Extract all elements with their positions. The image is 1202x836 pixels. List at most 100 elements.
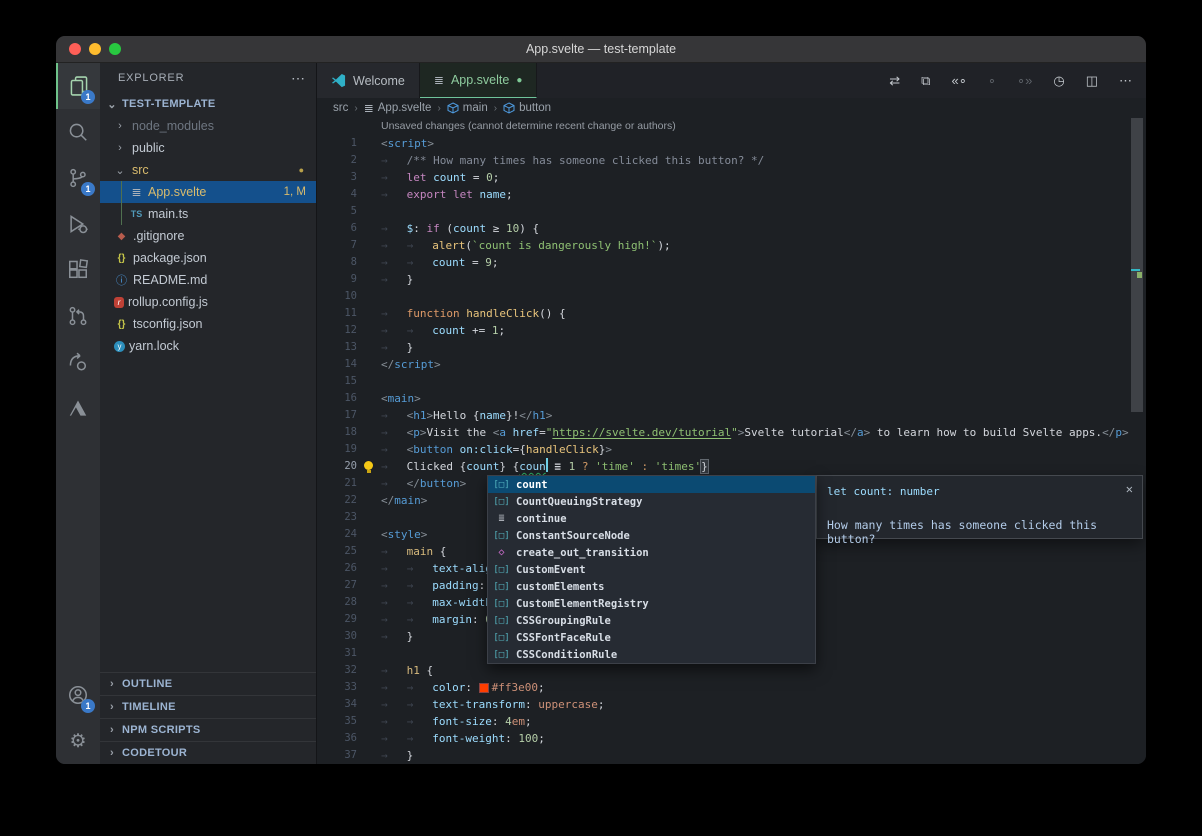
code-line-6[interactable]: 6→$: if (count ≥ 10) { [317, 220, 1146, 237]
current-change-icon[interactable]: ∘ [988, 73, 996, 89]
extensions-icon[interactable] [56, 247, 100, 293]
suggestion-cssgroupingrule[interactable]: [□]CSSGroupingRule [488, 612, 815, 629]
suggestion-cssconditionrule[interactable]: [□]CSSConditionRule [488, 646, 815, 663]
close-icon[interactable]: ✕ [1126, 482, 1133, 496]
chevron-right-icon: › [106, 747, 118, 759]
code-line-7[interactable]: 7→→alert(`count is dangerously high!`); [317, 237, 1146, 254]
search-icon[interactable] [56, 109, 100, 155]
run-debug-icon[interactable] [56, 201, 100, 247]
next-change-icon[interactable]: ∘» [1017, 73, 1032, 89]
compare-changes-icon[interactable]: ⇄ [889, 73, 900, 89]
activity-bar: 1 1 [56, 63, 100, 764]
file-row-src[interactable]: ⌄src● [100, 159, 316, 181]
scrollbar-slider[interactable] [1131, 118, 1143, 412]
suggestion-continue[interactable]: ≣continue [488, 510, 815, 527]
code-line-36[interactable]: 36→→font-weight: 100; [317, 730, 1146, 747]
code-line-32[interactable]: 32→h1 { [317, 662, 1146, 679]
line-number: 27 [317, 577, 357, 594]
file-history-icon[interactable]: ◷ [1053, 73, 1064, 89]
breadcrumb-separator: › [437, 103, 440, 114]
file-row-rollup-config-js[interactable]: rrollup.config.js [100, 291, 316, 313]
code-line-16[interactable]: 16<main> [317, 390, 1146, 407]
tab-app-svelte[interactable]: ≣ App.svelte ● [420, 63, 537, 98]
suggestion-label: customElements [516, 581, 605, 593]
title-bar[interactable]: App.svelte — test-template [56, 36, 1146, 63]
file-row-app-svelte[interactable]: ≣App.svelte1, M [100, 181, 316, 203]
file-row-yarn-lock[interactable]: yyarn.lock [100, 335, 316, 357]
suggestion-customelementregistry[interactable]: [□]CustomElementRegistry [488, 595, 815, 612]
azure-icon[interactable] [56, 385, 100, 431]
line-number: 16 [317, 390, 357, 407]
code-line-17[interactable]: 17→<h1>Hello {name}!</h1> [317, 407, 1146, 424]
code-line-11[interactable]: 11→function handleClick() { [317, 305, 1146, 322]
file-row-public[interactable]: ›public [100, 137, 316, 159]
source-control-icon[interactable]: 1 [56, 155, 100, 201]
code-line-10[interactable]: 10 [317, 288, 1146, 305]
code-line-35[interactable]: 35→→font-size: 4em; [317, 713, 1146, 730]
code-line-14[interactable]: 14</script> [317, 356, 1146, 373]
settings-gear-icon[interactable]: ⚙ [56, 718, 100, 764]
suggestion-count[interactable]: [□]count [488, 476, 815, 493]
code-line-5[interactable]: 5 [317, 203, 1146, 220]
code-line-13[interactable]: 13→} [317, 339, 1146, 356]
code-line-15[interactable]: 15 [317, 373, 1146, 390]
file-row-package-json[interactable]: {}package.json [100, 247, 316, 269]
explorer-icon[interactable]: 1 [56, 63, 100, 109]
symbol-cube-icon [447, 102, 459, 114]
code-editor[interactable]: Unsaved changes (cannot determine recent… [317, 118, 1146, 764]
sidebar-sections: ›OUTLINE›TIMELINE›NPM SCRIPTS›CODETOUR [100, 672, 316, 764]
section-codetour[interactable]: ›CODETOUR [100, 741, 316, 764]
tab-welcome[interactable]: Welcome [317, 63, 420, 98]
breadcrumb-button[interactable]: button [503, 102, 551, 114]
project-root-folder[interactable]: ⌄ TEST-TEMPLATE [100, 93, 316, 115]
file-row-tsconfig-json[interactable]: {}tsconfig.json [100, 313, 316, 335]
code-line-34[interactable]: 34→→text-transform: uppercase; [317, 696, 1146, 713]
code-line-12[interactable]: 12→→count += 1; [317, 322, 1146, 339]
section-outline[interactable]: ›OUTLINE [100, 672, 316, 695]
code-line-2[interactable]: 2→/** How many times has someone clicked… [317, 152, 1146, 169]
code-line-20[interactable]: 20→Clicked {count} {coun ≡ 1 ? 'time' : … [317, 458, 1146, 475]
lightbulb-icon[interactable] [364, 461, 373, 470]
pull-requests-icon[interactable] [56, 293, 100, 339]
file-row--gitignore[interactable]: ◆.gitignore [100, 225, 316, 247]
suggestion-customelements[interactable]: [□]customElements [488, 578, 815, 595]
maximize-window-button[interactable] [109, 43, 121, 55]
account-icon[interactable]: 1 [56, 672, 100, 718]
section-npm-scripts[interactable]: ›NPM SCRIPTS [100, 718, 316, 741]
minimize-window-button[interactable] [89, 43, 101, 55]
previous-change-icon[interactable]: «∘ [951, 73, 966, 89]
suggestion-customevent[interactable]: [□]CustomEvent [488, 561, 815, 578]
file-row-readme-md[interactable]: ⓘREADME.md [100, 269, 316, 291]
code-line-3[interactable]: 3→let count = 0; [317, 169, 1146, 186]
code-line-18[interactable]: 18→<p>Visit the <a href="https://svelte.… [317, 424, 1146, 441]
suggestion-create_out_transition[interactable]: ◇create_out_transition [488, 544, 815, 561]
explorer-more-actions-icon[interactable]: ⋯ [291, 70, 306, 87]
file-row-node-modules[interactable]: ›node_modules [100, 115, 316, 137]
line-number: 22 [317, 492, 357, 509]
split-editor-icon[interactable]: ◫ [1086, 73, 1098, 89]
live-share-icon[interactable] [56, 339, 100, 385]
code-line-33[interactable]: 33→→color: #ff3e00; [317, 679, 1146, 696]
breadcrumb-app-svelte[interactable]: ≣App.svelte [364, 101, 432, 115]
code-line-4[interactable]: 4→export let name; [317, 186, 1146, 203]
file-row-main-ts[interactable]: TSmain.ts [100, 203, 316, 225]
suggestion-constantsourcenode[interactable]: [□]ConstantSourceNode [488, 527, 815, 544]
unsaved-dot-icon[interactable]: ● [516, 75, 522, 86]
section-timeline[interactable]: ›TIMELINE [100, 695, 316, 718]
open-changes-icon[interactable]: ⧉ [921, 73, 930, 89]
code-line-37[interactable]: 37→} [317, 747, 1146, 764]
code-line-9[interactable]: 9→} [317, 271, 1146, 288]
code-line-1[interactable]: 1<script> [317, 135, 1146, 152]
code-line-19[interactable]: 19→<button on:click={handleClick}> [317, 441, 1146, 458]
editor-toolbar: ⇄ ⧉ «∘ ∘ ∘» ◷ ◫ ⋯ [889, 63, 1146, 98]
code-line-8[interactable]: 8→→count = 9; [317, 254, 1146, 271]
symbol-variable-icon: [□] [493, 531, 510, 541]
close-window-button[interactable] [69, 43, 81, 55]
more-actions-icon[interactable]: ⋯ [1119, 73, 1132, 89]
breadcrumb-main[interactable]: main [447, 102, 488, 114]
suggestion-cssfontfacerule[interactable]: [□]CSSFontFaceRule [488, 629, 815, 646]
file-label: App.svelte [148, 185, 206, 199]
suggestion-countqueuingstrategy[interactable]: [□]CountQueuingStrategy [488, 493, 815, 510]
breadcrumb-src[interactable]: src [333, 102, 348, 114]
symbol-variable-icon: [□] [493, 633, 510, 643]
